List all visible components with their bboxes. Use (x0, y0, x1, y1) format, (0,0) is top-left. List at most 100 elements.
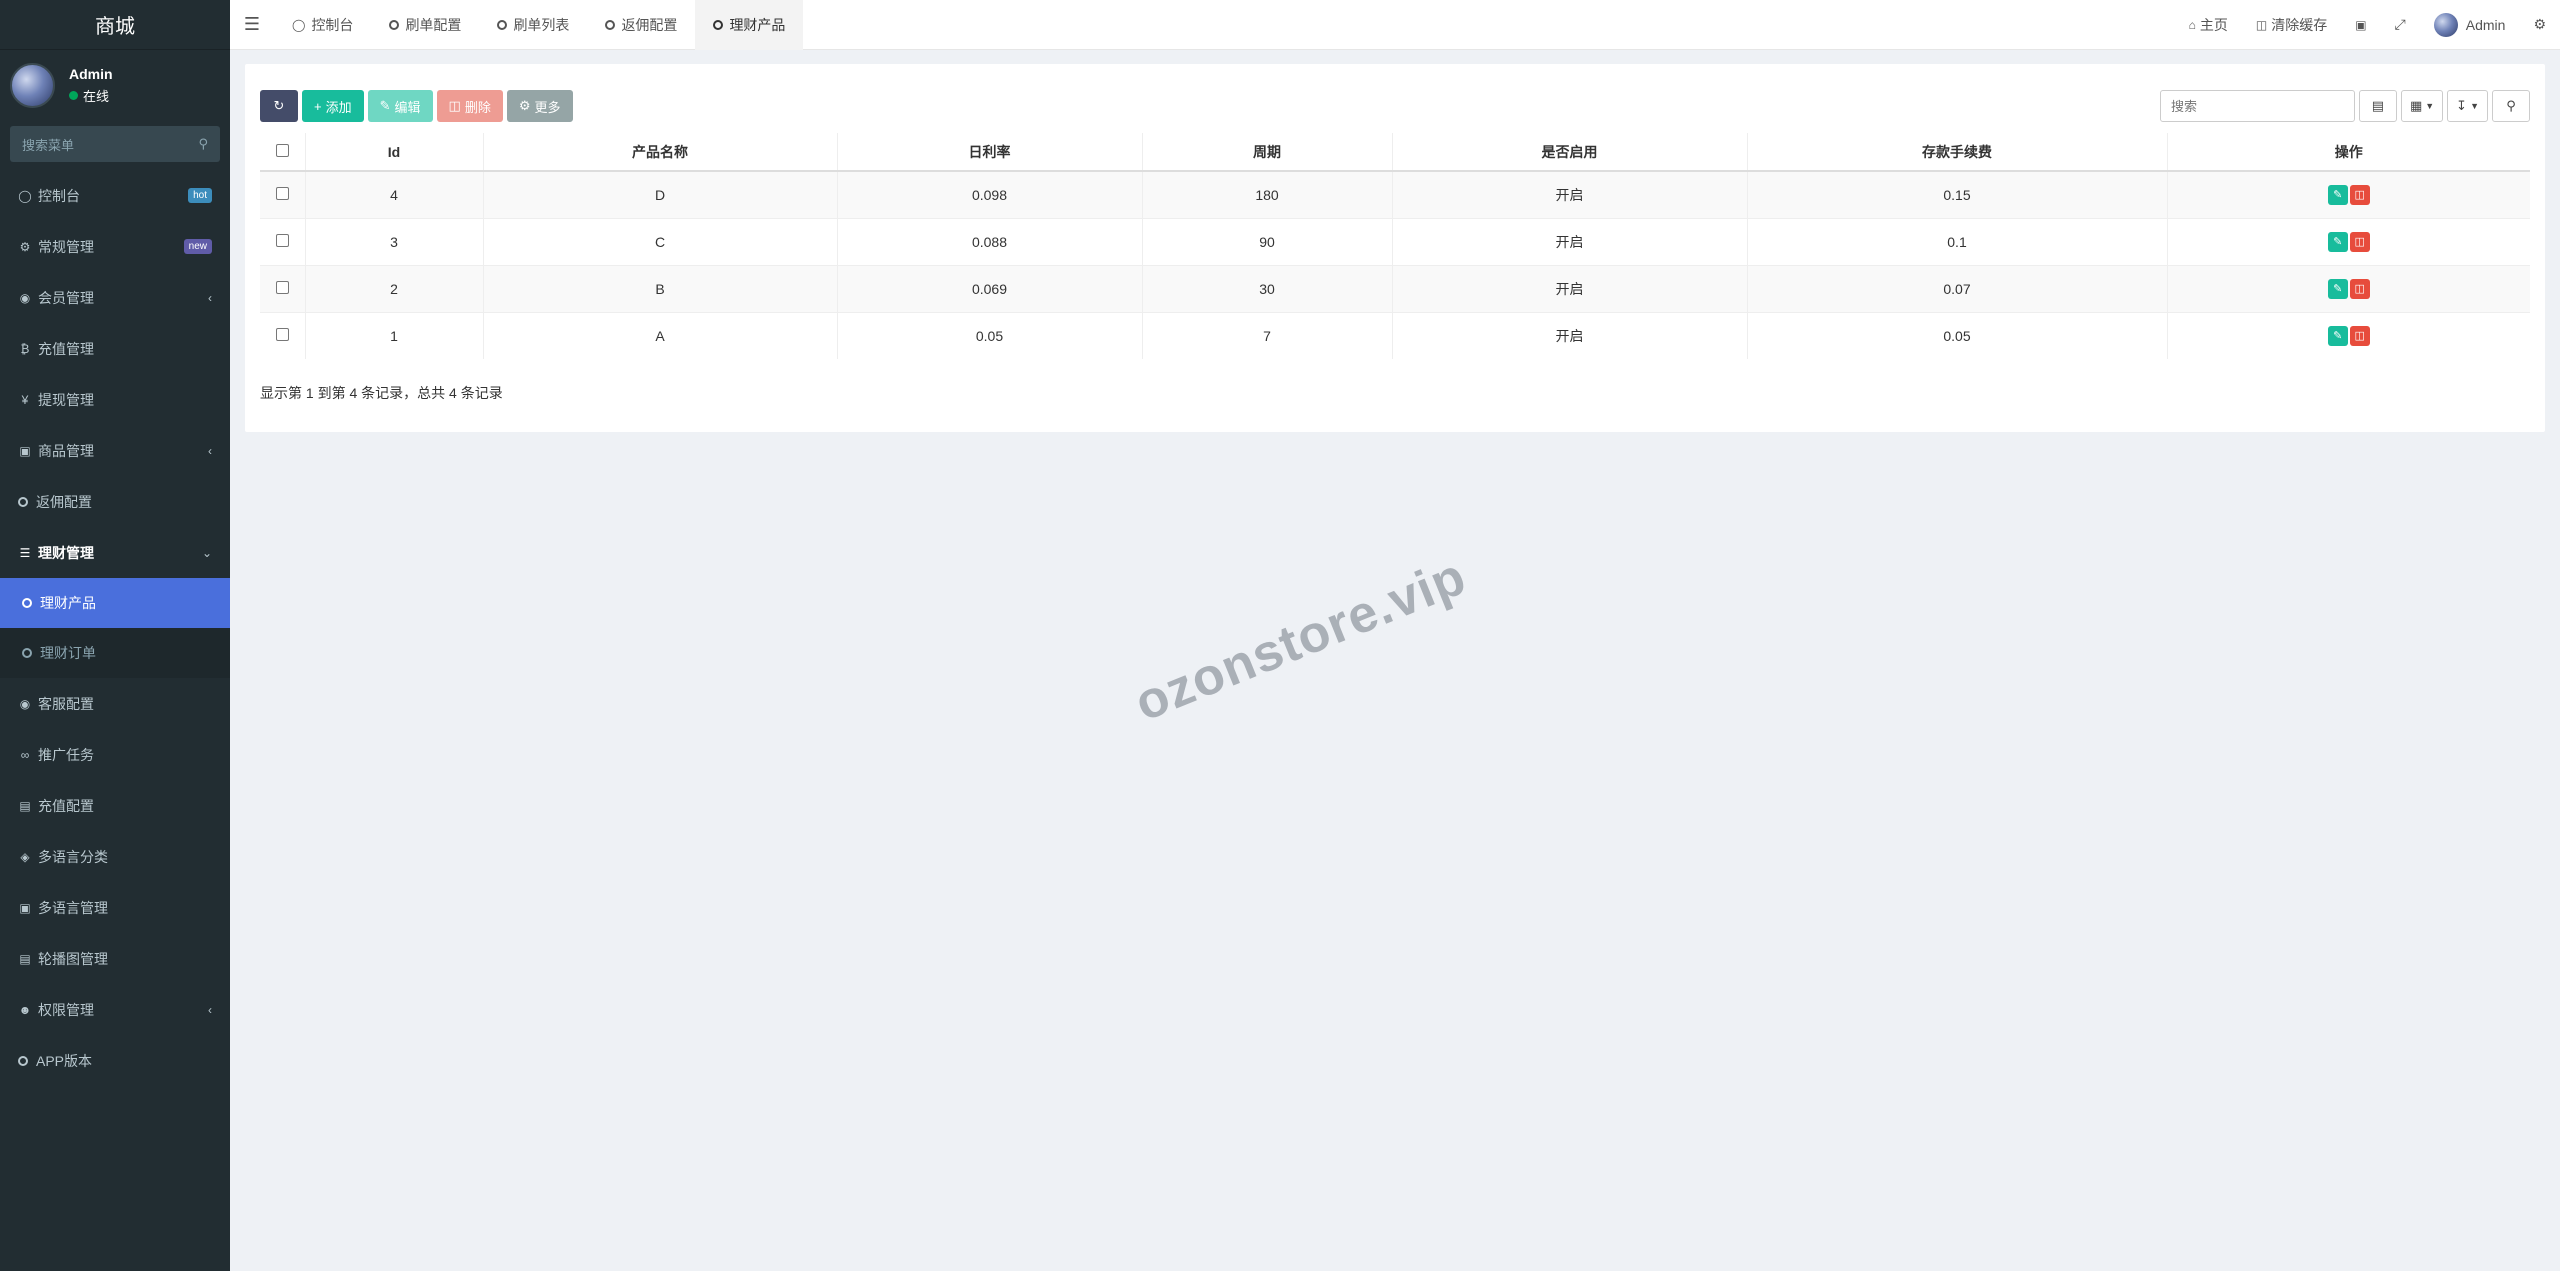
row-delete-button[interactable]: ◫ (2349, 278, 2370, 299)
trash-icon: ◫ (2255, 17, 2268, 32)
cell-id: 3 (304, 217, 483, 265)
sidebar-item-support[interactable]: ◉ 客服配置 (0, 678, 230, 729)
delete-button[interactable]: ◫ 删除 (436, 90, 503, 122)
edit-button[interactable]: ✎ 编辑 (367, 90, 433, 122)
cog-icon: ⚙ (518, 98, 531, 113)
row-checkbox[interactable] (275, 186, 289, 200)
toggle-view-button[interactable]: ▤ (2358, 90, 2397, 122)
user-menu[interactable]: Admin (2420, 12, 2520, 37)
column-header[interactable]: Id (304, 133, 483, 172)
column-header: 操作 (2166, 133, 2530, 172)
column-header[interactable]: 周期 (1141, 133, 1392, 172)
cell-enabled: 开启 (1391, 264, 1747, 312)
cell-actions: ✎ ◫ (2166, 311, 2530, 359)
sidebar-item-finance-products[interactable]: 理财产品 (0, 578, 230, 628)
advanced-search-button[interactable]: ⚲ (2492, 90, 2530, 122)
sidebar-item-recharge[interactable]: ₿ 充值管理 (0, 323, 230, 374)
tab-dashboard[interactable]: ◯ 控制台 (274, 0, 371, 50)
cell-actions: ✎ ◫ (2166, 264, 2530, 312)
image-icon: ▤ (19, 951, 31, 966)
column-header[interactable]: 是否启用 (1391, 133, 1747, 172)
sidebar-item-withdraw[interactable]: ¥ 提现管理 (0, 374, 230, 425)
delete-label: 删除 (464, 99, 491, 115)
row-delete-button[interactable]: ◫ (2349, 325, 2370, 346)
sidebar-item-label: 推广任务 (38, 746, 94, 763)
tab-label: 刷单列表 (513, 16, 570, 33)
row-checkbox[interactable] (275, 233, 289, 247)
dashboard-icon: ◯ (18, 188, 32, 203)
app-logo[interactable]: 商城 (0, 0, 230, 50)
row-delete-button[interactable]: ◫ (2349, 184, 2370, 205)
status-label: 在线 (83, 88, 110, 104)
circle-icon (713, 19, 724, 30)
export-button[interactable]: ↧ ▼ (2447, 90, 2488, 122)
sidebar-item-label: 返佣配置 (36, 493, 92, 510)
cell-period: 7 (1141, 311, 1392, 359)
row-edit-button[interactable]: ✎ (2327, 184, 2348, 205)
sidebar: 商城 Admin 在线 搜索菜单 ⚲ ◯ 控制台 hot ⚙ 常规管理 new ◉ 会员管… (0, 0, 230, 1271)
refresh-button[interactable]: ↻ (260, 90, 298, 122)
row-checkbox[interactable] (275, 280, 289, 294)
menu-search-input[interactable]: 搜索菜单 ⚲ (10, 126, 220, 162)
circle-icon (605, 19, 616, 30)
sidebar-item-carousel[interactable]: ▤ 轮播图管理 (0, 933, 230, 984)
caret-down-icon: ▼ (2470, 101, 2479, 111)
cell-fee: 0.15 (1746, 170, 2167, 218)
sidebar-item-finance-orders[interactable]: 理财订单 (0, 628, 230, 678)
select-all-checkbox[interactable] (275, 143, 289, 157)
tab-order-config[interactable]: 刷单配置 (371, 0, 479, 50)
sidebar-item-products[interactable]: ▣ 商品管理 ‹ (0, 425, 230, 476)
select-all-cell (260, 133, 305, 172)
sidebar-item-lang-manage[interactable]: ▣ 多语言管理 (0, 882, 230, 933)
home-link[interactable]: ⌂ 主页 (2175, 15, 2242, 35)
content-panel: ↻ +添加 ✎编辑 ◫删除 ⚙更多 ▤ ▦▼ ↧▼ ⚲ Id 产品名称 日利率 … (245, 64, 2545, 432)
clear-cache-label: 清除缓存 (2271, 16, 2328, 33)
sidebar-item-label: 充值管理 (38, 340, 94, 357)
clear-cache-button[interactable]: ◫ 清除缓存 (2242, 15, 2341, 35)
column-header[interactable]: 存款手续费 (1746, 133, 2167, 172)
gears-icon[interactable]: ⚙ (2519, 16, 2560, 33)
row-checkbox[interactable] (275, 327, 289, 341)
sidebar-item-commission[interactable]: 返佣配置 (0, 476, 230, 527)
sidebar-item-label: 轮播图管理 (38, 950, 108, 967)
fullscreen-icon[interactable]: ⤢ (2381, 16, 2420, 33)
sidebar-menu: ◯ 控制台 hot ⚙ 常规管理 new ◉ 会员管理 ‹ ₿ 充值管理 ¥ 提现管理 ▣ 商品管… (0, 170, 230, 1086)
language-toggle-icon[interactable]: ▣ (2341, 18, 2380, 32)
row-edit-button[interactable]: ✎ (2327, 231, 2348, 252)
dashboard-icon: ◯ (292, 17, 306, 32)
avatar (2433, 12, 2458, 37)
sidebar-item-lang-category[interactable]: ◈ 多语言分类 (0, 831, 230, 882)
sidebar-item-finance[interactable]: ☰ 理财管理 ⌄ (0, 527, 230, 578)
table-search-input[interactable] (2159, 90, 2355, 122)
sidebar-item-label: 理财管理 (38, 544, 94, 561)
sidebar-item-promo-tasks[interactable]: ∞ 推广任务 (0, 729, 230, 780)
tab-order-list[interactable]: 刷单列表 (479, 0, 587, 50)
columns-button[interactable]: ▦ ▼ (2400, 90, 2444, 122)
column-header[interactable]: 日利率 (836, 133, 1142, 172)
add-button[interactable]: + 添加 (302, 90, 364, 122)
home-icon: ⌂ (2188, 17, 2196, 32)
sidebar-item-dashboard[interactable]: ◯ 控制台 hot (0, 170, 230, 221)
tab-finance-products[interactable]: 理财产品 (695, 0, 804, 50)
sidebar-item-permissions[interactable]: ☻ 权限管理 ‹ (0, 984, 230, 1035)
more-label: 更多 (534, 99, 561, 115)
row-edit-button[interactable]: ✎ (2327, 278, 2348, 299)
sidebar-item-members[interactable]: ◉ 会员管理 ‹ (0, 272, 230, 323)
table-right-tools: ▤ ▦▼ ↧▼ ⚲ (2159, 90, 2530, 122)
sidebar-item-app-version[interactable]: APP版本 (0, 1035, 230, 1086)
cell-period: 90 (1141, 217, 1392, 265)
sidebar-item-general[interactable]: ⚙ 常规管理 new (0, 221, 230, 272)
sidebar-item-label: 理财订单 (40, 645, 96, 661)
tag-icon: ◈ (20, 849, 30, 864)
sidebar-item-recharge-config[interactable]: ▤ 充值配置 (0, 780, 230, 831)
table-row: 2 B 0.069 30 开启 0.07 ✎ ◫ (260, 264, 2530, 312)
row-delete-button[interactable]: ◫ (2349, 231, 2370, 252)
menu-toggle-icon[interactable]: ☰ (230, 14, 274, 35)
row-edit-button[interactable]: ✎ (2327, 325, 2348, 346)
cell-period: 180 (1141, 170, 1392, 218)
column-header[interactable]: 产品名称 (482, 133, 837, 172)
plus-icon: + (314, 98, 322, 114)
tab-commission-config[interactable]: 返佣配置 (587, 0, 695, 50)
more-button[interactable]: ⚙ 更多 (506, 90, 573, 122)
pagination-summary: 显示第 1 到第 4 条记录，总共 4 条记录 (260, 385, 503, 401)
